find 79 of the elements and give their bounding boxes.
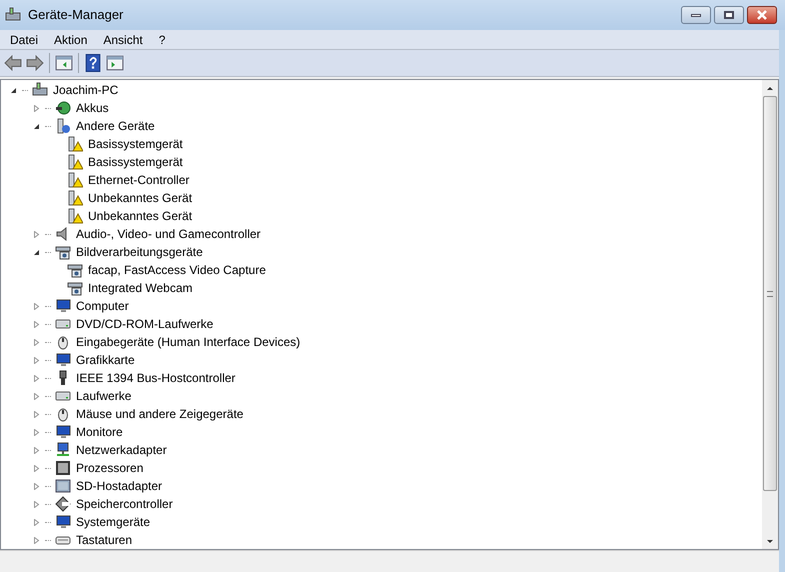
tree-item[interactable]: Ethernet-Controller [87, 171, 190, 189]
warning-icon [67, 136, 83, 152]
menu-item[interactable]: Aktion [54, 30, 88, 48]
mouse-icon [55, 334, 71, 350]
expand-arrow-icon[interactable] [32, 302, 41, 310]
expand-arrow-icon[interactable] [32, 374, 41, 382]
scroll-thumb[interactable] [763, 96, 777, 491]
tree-item[interactable]: IEEE 1394 Bus-Hostcontroller [75, 369, 236, 387]
tree-item[interactable]: Mäuse und andere Zeigegeräte [75, 405, 244, 423]
menu-item[interactable]: Datei [10, 30, 38, 48]
expand-arrow-icon[interactable] [32, 104, 41, 112]
tree-item[interactable]: Unbekanntes Gerät [87, 189, 194, 207]
computer-icon [32, 82, 48, 98]
tree-item[interactable]: Integrated Webcam [87, 279, 194, 297]
card-icon [55, 478, 71, 494]
mouse-icon [55, 406, 71, 422]
expand-arrow-icon[interactable] [32, 446, 41, 454]
expand-arrow-icon[interactable] [32, 518, 41, 526]
chip-icon [55, 460, 71, 476]
expand-arrow-icon[interactable] [32, 428, 41, 436]
expand-arrow-icon[interactable] [32, 230, 41, 238]
window-title: Geräte-Manager [28, 6, 124, 24]
tree-item[interactable]: Akkus [75, 99, 110, 117]
computer-icon [4, 7, 22, 23]
tree-item[interactable]: Grafikkarte [75, 351, 136, 369]
drive-icon [55, 391, 71, 401]
maximize-button[interactable] [714, 6, 744, 24]
warning-icon [67, 172, 83, 188]
close-icon [756, 10, 768, 20]
tree-item[interactable]: Eingabegeräte (Human Interface Devices) [75, 333, 302, 351]
tree-item[interactable]: DVD/CD-ROM-Laufwerke [75, 315, 214, 333]
tree-item[interactable]: Monitore [75, 423, 124, 441]
plug-icon [55, 100, 71, 116]
expand-arrow-icon[interactable] [32, 410, 41, 418]
camera-icon [55, 244, 71, 260]
expand-arrow-icon[interactable] [32, 464, 41, 472]
drive-icon [55, 319, 71, 329]
monitor-icon [55, 424, 71, 440]
menu-item[interactable]: Ansicht [103, 30, 143, 48]
tree-item[interactable]: SD-Hostadapter [75, 477, 164, 495]
tree-item[interactable]: Basissystemgerät [87, 135, 184, 153]
expand-arrow-icon[interactable] [32, 500, 41, 508]
warning-icon [67, 190, 83, 206]
tree-item[interactable]: Andere Geräte [75, 117, 156, 135]
tree-item[interactable]: Audio-, Video- und Gamecontroller [75, 225, 262, 243]
tree-item[interactable]: Systemgeräte [75, 513, 152, 531]
warning-icon [67, 208, 83, 224]
monitor-icon [55, 514, 71, 530]
network-icon [55, 442, 71, 458]
menu-item[interactable]: ? [158, 30, 166, 48]
tree-item[interactable]: Netzwerkadapter [75, 441, 168, 459]
scrollbar[interactable] [762, 80, 778, 549]
expand-arrow-icon[interactable] [32, 320, 41, 328]
tree-item[interactable]: facap, FastAccess Video Capture [87, 261, 267, 279]
tree-item[interactable]: Unbekanntes Gerät [87, 207, 194, 225]
expand-arrow-icon[interactable] [32, 482, 41, 490]
collapse-arrow-icon[interactable] [9, 86, 18, 94]
keyboard-icon [55, 536, 71, 544]
tree-item[interactable]: Bildverarbeitungsgeräte [75, 243, 204, 261]
tree-item[interactable]: Prozessoren [75, 459, 144, 477]
tree-item[interactable]: Computer [75, 297, 130, 315]
monitor-icon [55, 298, 71, 314]
close-button[interactable] [747, 6, 777, 24]
expand-arrow-icon[interactable] [32, 392, 41, 400]
monitor-icon [55, 352, 71, 368]
minimize-button[interactable] [681, 6, 711, 24]
tree-item[interactable]: Laufwerke [75, 387, 132, 405]
camera-icon [67, 280, 83, 296]
expand-arrow-icon[interactable] [32, 536, 41, 544]
tree-item[interactable]: Basissystemgerät [87, 153, 184, 171]
expand-arrow-icon[interactable] [32, 356, 41, 364]
tree-item[interactable]: Joachim-PC [52, 81, 120, 99]
collapse-arrow-icon[interactable] [32, 122, 41, 130]
camera-icon [67, 262, 83, 278]
tree-item[interactable]: Tastaturen [75, 531, 134, 549]
tree-item[interactable]: Speichercontroller [75, 495, 174, 513]
expand-arrow-icon[interactable] [32, 338, 41, 346]
collapse-arrow-icon[interactable] [32, 248, 41, 256]
warning-icon [67, 154, 83, 170]
